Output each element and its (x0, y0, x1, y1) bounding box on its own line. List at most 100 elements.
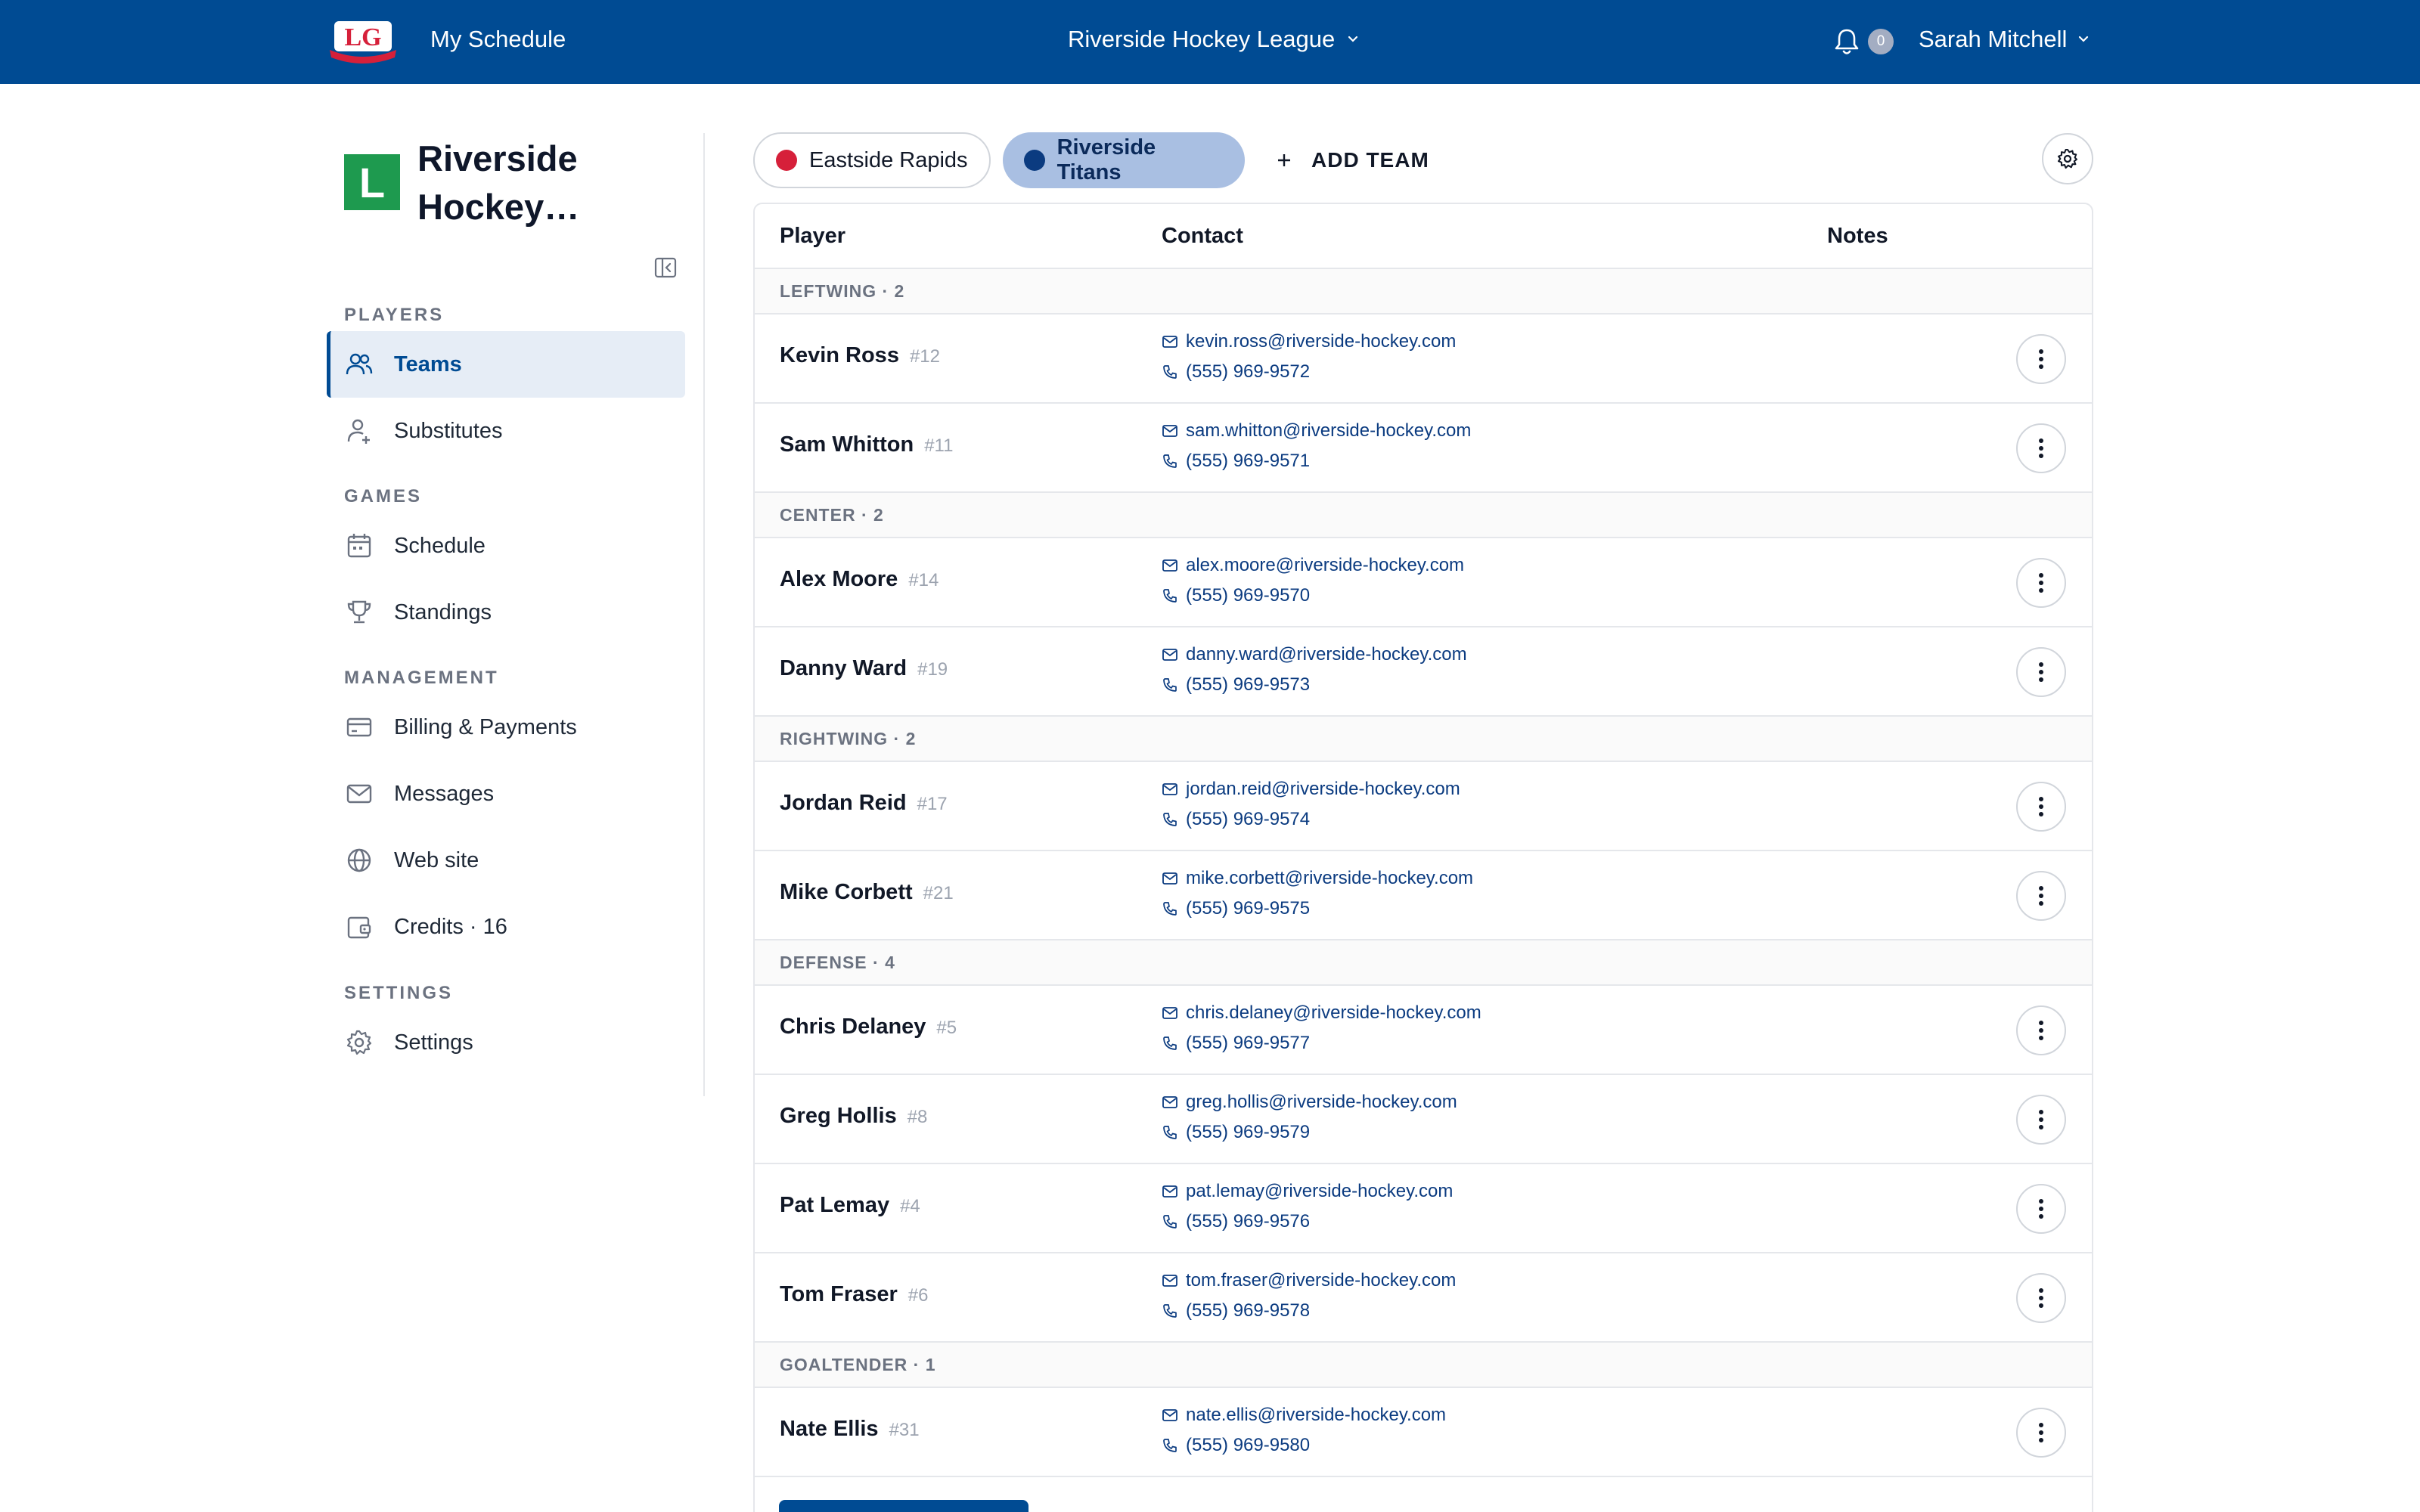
player-phone-link[interactable]: (555) 969-9578 (1162, 1300, 1310, 1321)
player-email: jordan.reid@riverside-hockey.com (1186, 779, 1460, 799)
player-phone-link[interactable]: (555) 969-9572 (1162, 361, 1310, 383)
player-email-link[interactable]: tom.fraser@riverside-hockey.com (1162, 1270, 1456, 1291)
sidebar-item-standings[interactable]: Standings (327, 579, 685, 646)
collapse-sidebar-icon[interactable] (653, 256, 678, 280)
player-email: danny.ward@riverside-hockey.com (1186, 644, 1467, 665)
sidebar-item-settings[interactable]: Settings (327, 1009, 685, 1076)
league-logo[interactable]: LG (327, 17, 399, 65)
row-actions-button[interactable] (2016, 1184, 2066, 1234)
row-actions-button[interactable] (2016, 871, 2066, 921)
phone-icon (1163, 813, 1177, 826)
player-name: Danny Ward #19 (780, 656, 948, 681)
player-phone-link[interactable]: (555) 969-9571 (1162, 451, 1310, 472)
row-actions-button[interactable] (2016, 1408, 2066, 1458)
bottom-action-button[interactable] (779, 1500, 1028, 1512)
bell-icon[interactable] (1832, 26, 1862, 57)
player-email-link[interactable]: kevin.ross@riverside-hockey.com (1162, 331, 1456, 352)
sidebar-item-messages[interactable]: Messages (327, 761, 685, 827)
player-phone-link[interactable]: (555) 969-9574 (1162, 809, 1310, 830)
table-row[interactable]: Chris Delaney #5 chris.delaney@riverside-h… (755, 986, 2092, 1075)
mail-icon (1162, 1185, 1177, 1198)
mail-icon (1162, 649, 1177, 661)
more-vertical-icon (2039, 1423, 2043, 1442)
org-avatar: L (344, 154, 400, 210)
player-phone: (555) 969-9571 (1186, 451, 1311, 471)
row-actions-button[interactable] (2016, 782, 2066, 832)
table-row[interactable]: Danny Ward #19 danny.ward@riverside-hockey… (755, 627, 2092, 717)
more-vertical-icon (2039, 886, 2043, 906)
player-email-link[interactable]: chris.delaney@riverside-hockey.com (1162, 1002, 1481, 1024)
player-email-link[interactable]: pat.lemay@riverside-hockey.com (1162, 1181, 1453, 1202)
users-icon (346, 353, 373, 375)
sidebar-item-schedule[interactable]: Schedule (327, 513, 685, 579)
table-row[interactable]: Tom Fraser #6 tom.fraser@riverside-hockey.… (755, 1253, 2092, 1343)
player-number: #17 (917, 794, 948, 814)
mail-icon (1162, 1275, 1177, 1287)
player-email-link[interactable]: jordan.reid@riverside-hockey.com (1162, 779, 1460, 800)
player-name: Tom Fraser #6 (780, 1282, 929, 1307)
phone-icon (1163, 1439, 1177, 1452)
player-phone: (555) 969-9576 (1186, 1211, 1311, 1232)
phone-icon (1163, 1036, 1177, 1050)
row-actions-button[interactable] (2016, 1005, 2066, 1055)
player-phone-link[interactable]: (555) 969-9570 (1162, 585, 1310, 606)
add-team-button[interactable]: ADD TEAM (1275, 144, 1429, 177)
player-email-link[interactable]: alex.moore@riverside-hockey.com (1162, 555, 1464, 576)
row-actions-button[interactable] (2016, 334, 2066, 384)
row-actions-button[interactable] (2016, 558, 2066, 608)
player-phone-link[interactable]: (555) 969-9579 (1162, 1122, 1310, 1143)
table-row[interactable]: Pat Lemay #4 pat.lemay@riverside-hockey.co… (755, 1164, 2092, 1253)
player-phone-link[interactable]: (555) 969-9577 (1162, 1033, 1310, 1054)
row-actions-button[interactable] (2016, 1273, 2066, 1323)
player-name-text: Tom Fraser (780, 1282, 898, 1306)
more-vertical-icon (2039, 662, 2043, 682)
player-email: kevin.ross@riverside-hockey.com (1186, 331, 1457, 352)
my-schedule-link[interactable]: My Schedule (430, 26, 566, 53)
player-email-link[interactable]: greg.hollis@riverside-hockey.com (1162, 1092, 1457, 1113)
player-email-link[interactable]: nate.ellis@riverside-hockey.com (1162, 1405, 1446, 1426)
table-row[interactable]: Sam Whitton #11 sam.whitton@riverside-hock… (755, 404, 2092, 493)
table-row[interactable]: Jordan Reid #17 jordan.reid@riverside-hock… (755, 762, 2092, 851)
team-tab-eastside-rapids[interactable]: Eastside Rapids (753, 132, 991, 188)
user-name: Sarah Mitchell (1919, 26, 2068, 52)
table-row[interactable]: Mike Corbett #21 mike.corbett@riverside-ho… (755, 851, 2092, 940)
player-email-link[interactable]: danny.ward@riverside-hockey.com (1162, 644, 1467, 665)
row-actions-button[interactable] (2016, 423, 2066, 473)
league-selector[interactable]: Riverside Hockey League (1068, 26, 1360, 53)
table-row[interactable]: Alex Moore #14 alex.moore@riverside-hockey… (755, 538, 2092, 627)
sidebar-item-billing[interactable]: Billing & Payments (327, 694, 685, 761)
sidebar-item-teams[interactable]: Teams (327, 331, 685, 398)
player-phone-link[interactable]: (555) 969-9573 (1162, 674, 1310, 696)
table-row[interactable]: Nate Ellis #31 nate.ellis@riverside-hockey… (755, 1388, 2092, 1477)
row-actions-button[interactable] (2016, 647, 2066, 697)
team-tab-riverside-titans[interactable]: Riverside Titans (1003, 132, 1245, 188)
table-row[interactable]: Greg Hollis #8 greg.hollis@riverside-hocke… (755, 1075, 2092, 1164)
mail-icon (1162, 872, 1177, 885)
roster-table: Player Contact Notes LEFTWING · 2 Kevin R… (753, 203, 2093, 1512)
sidebar-item-website[interactable]: Web site (327, 827, 685, 894)
player-number: #5 (936, 1018, 957, 1038)
sidebar-item-credits[interactable]: Credits · 16 (327, 894, 685, 960)
column-header-contact: Contact (1162, 224, 1243, 248)
team-color-dot (1024, 150, 1045, 171)
player-phone-link[interactable]: (555) 969-9580 (1162, 1435, 1310, 1456)
team-settings-button[interactable] (2042, 133, 2093, 184)
player-email-link[interactable]: sam.whitton@riverside-hockey.com (1162, 420, 1471, 442)
player-number: #31 (889, 1420, 920, 1440)
plus-icon (1278, 154, 1290, 166)
user-menu[interactable]: Sarah Mitchell (1919, 26, 2091, 53)
section-title-settings: SETTINGS (344, 983, 454, 1003)
sidebar-item-label: Settings (394, 1030, 473, 1055)
player-phone-link[interactable]: (555) 969-9575 (1162, 898, 1310, 919)
player-phone-link[interactable]: (555) 969-9576 (1162, 1211, 1310, 1232)
sidebar-item-substitutes[interactable]: Substitutes (327, 398, 685, 464)
player-email: alex.moore@riverside-hockey.com (1186, 555, 1465, 575)
player-name-text: Greg Hollis (780, 1104, 897, 1128)
row-actions-button[interactable] (2016, 1095, 2066, 1145)
phone-icon (1163, 1215, 1177, 1228)
player-name-text: Danny Ward (780, 656, 908, 680)
player-email-link[interactable]: mike.corbett@riverside-hockey.com (1162, 868, 1473, 889)
table-row[interactable]: Kevin Ross #12 kevin.ross@riverside-hockey… (755, 314, 2092, 404)
phone-icon (1163, 678, 1177, 692)
gear-icon (2057, 148, 2078, 169)
